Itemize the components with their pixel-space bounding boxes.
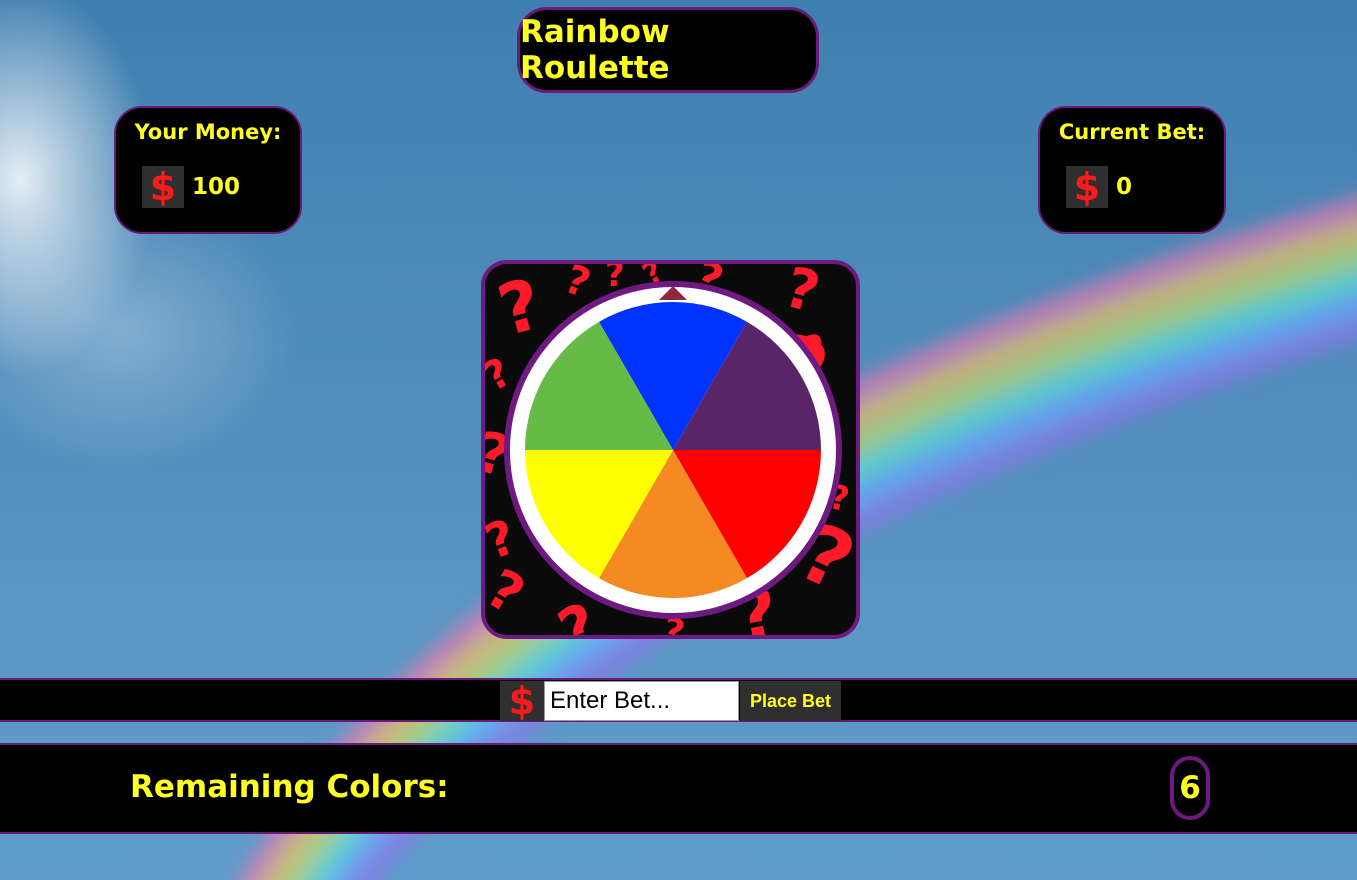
remaining-colors-count: 6 (1170, 756, 1210, 820)
remaining-colors-bar: Remaining Colors: 6 (0, 743, 1357, 834)
current-bet-panel: Current Bet: $ 0 (1038, 106, 1226, 234)
svg-text:?: ? (490, 264, 550, 352)
wheel-segments[interactable] (525, 302, 821, 598)
roulette-wheel[interactable]: ? ? ? ? ? ? ? ? ? ? ? ? ? ? ? ? ? ? ? ? (485, 264, 856, 635)
bet-amount-input[interactable] (544, 681, 739, 721)
bet-bar: $ Place Bet (0, 678, 1357, 722)
current-bet-value: 0 (1116, 174, 1133, 200)
dollar-icon: $ (142, 166, 184, 208)
money-value: 100 (192, 174, 241, 200)
place-bet-button[interactable]: Place Bet (740, 681, 841, 721)
money-label: Your Money: (134, 120, 282, 144)
dollar-icon: $ (500, 681, 544, 721)
svg-text:?: ? (485, 349, 519, 400)
svg-text:?: ? (485, 509, 523, 571)
svg-text:?: ? (485, 557, 535, 627)
game-title: Rainbow Roulette (517, 7, 819, 93)
remaining-colors-label: Remaining Colors: (130, 769, 449, 805)
svg-text:?: ? (559, 264, 597, 307)
dollar-icon: $ (1066, 166, 1108, 208)
money-panel: Your Money: $ 100 (114, 106, 302, 234)
roulette-wheel-panel: ? ? ? ? ? ? ? ? ? ? ? ? ? ? ? ? ? ? ? ? (481, 260, 860, 639)
current-bet-label: Current Bet: (1058, 120, 1206, 144)
